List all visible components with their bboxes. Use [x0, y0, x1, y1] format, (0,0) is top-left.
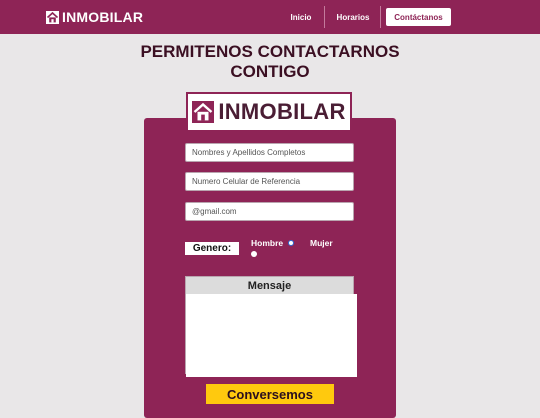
nav-link-inicio[interactable]: Inicio [280, 8, 322, 26]
nav-link-horarios[interactable]: Horarios [328, 8, 378, 26]
email-input[interactable] [185, 202, 354, 221]
form-logo-text: INMOBILAR [218, 99, 346, 124]
brand[interactable]: INMOBILAR [46, 9, 143, 25]
nav-divider [380, 6, 381, 28]
submit-button[interactable]: Conversemos [206, 384, 334, 404]
house-logo-icon [46, 10, 59, 24]
gender-radio-mujer[interactable] [251, 251, 257, 257]
nav-link-contactanos[interactable]: Contáctanos [386, 8, 451, 26]
gender-option-mujer-label: Mujer [310, 238, 333, 248]
message-label: Mensaje [186, 277, 353, 294]
full-name-input[interactable] [185, 143, 354, 162]
gender-option-hombre-label: Hombre [251, 238, 284, 248]
phone-input[interactable] [185, 172, 354, 191]
top-navbar: INMOBILAR Inicio Horarios Contáctanos [0, 0, 540, 34]
gender-label: Genero: [185, 242, 239, 255]
message-textarea[interactable] [186, 294, 357, 377]
form-logo: INMOBILAR [186, 92, 352, 132]
nav-divider [324, 6, 325, 28]
house-logo-icon [192, 101, 215, 123]
page-title: PERMITENOS CONTACTARNOS CONTIGO [0, 42, 540, 82]
brand-name: INMOBILAR [62, 9, 144, 25]
gender-radio-hombre[interactable] [288, 240, 294, 246]
page-title-line-1: PERMITENOS CONTACTARNOS [140, 42, 400, 61]
message-box: Mensaje [185, 276, 357, 377]
page-title-line-2: CONTIGO [230, 62, 310, 81]
